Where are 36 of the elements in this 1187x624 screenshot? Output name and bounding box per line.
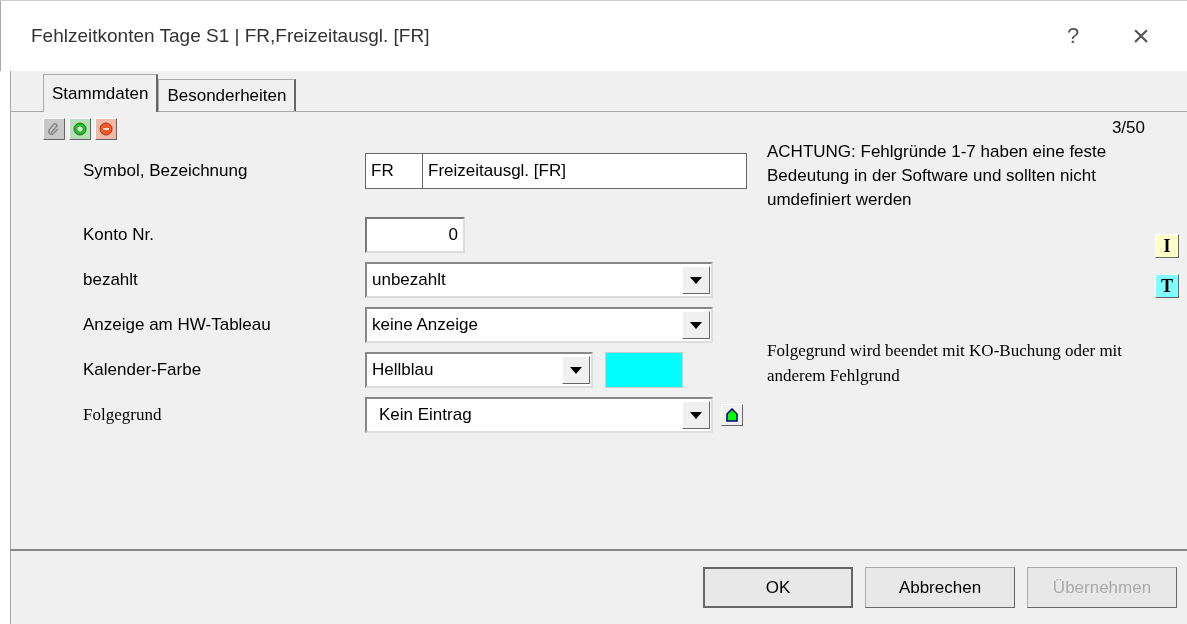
minus-circle-icon xyxy=(99,122,113,136)
tab[interactable]: Stammdaten xyxy=(43,74,159,112)
paperclip-button[interactable] xyxy=(43,118,65,140)
field-label: Konto Nr. xyxy=(83,225,155,245)
dialog-button[interactable]: OK xyxy=(703,567,853,608)
name-field[interactable]: Freizeitausgl. [FR] xyxy=(422,153,747,189)
tab[interactable]: Besonderheiten xyxy=(158,79,297,111)
field-label: Anzeige am HW-Tableau xyxy=(83,315,272,335)
record-counter: 3/50 xyxy=(1111,118,1145,138)
dropdown[interactable]: keine Anzeige xyxy=(365,307,713,343)
format-button[interactable]: I xyxy=(1155,234,1179,258)
dropdown[interactable]: unbezahlt xyxy=(365,262,713,298)
help-button[interactable]: ? xyxy=(1045,16,1101,56)
caret-icon xyxy=(690,411,702,419)
jump-button[interactable] xyxy=(721,404,743,426)
field-label: bezahlt xyxy=(83,270,139,290)
dropdown[interactable]: Hellblau xyxy=(365,352,593,388)
dialog-button[interactable]: Abbrechen xyxy=(865,567,1015,608)
number-field[interactable]: 0 xyxy=(365,217,465,253)
note-text: Folgegrund wird beendet mit KO-Buchung oder mit anderem Fehlgrund xyxy=(767,340,1124,387)
confirm-button[interactable] xyxy=(69,118,91,140)
paperclip-icon xyxy=(47,122,61,136)
dropdown[interactable]: Kein Eintrag xyxy=(365,397,713,433)
field-label: Symbol, Bezeichnung xyxy=(83,161,249,181)
close-button[interactable]: × xyxy=(1113,16,1169,56)
field-label: Kalender-Farbe xyxy=(83,360,203,380)
caret-icon xyxy=(570,366,582,374)
window-title: Fehlzeitkonten Tage S1 | FR,Freizeitausgl. [FR] xyxy=(31,25,431,47)
caret-icon xyxy=(690,276,702,284)
format-button[interactable]: T xyxy=(1155,274,1179,298)
cancel-button[interactable] xyxy=(95,118,117,140)
field-label: Folgegrund xyxy=(83,405,163,425)
house-icon xyxy=(726,408,738,422)
warning-text: ACHTUNG: Fehlgründe 1-7 haben eine feste Bedeutung in der Software und sollten nicht umdefiniert werden xyxy=(767,141,1108,211)
symbol-field[interactable]: FR xyxy=(365,153,422,189)
caret-icon xyxy=(690,321,702,329)
